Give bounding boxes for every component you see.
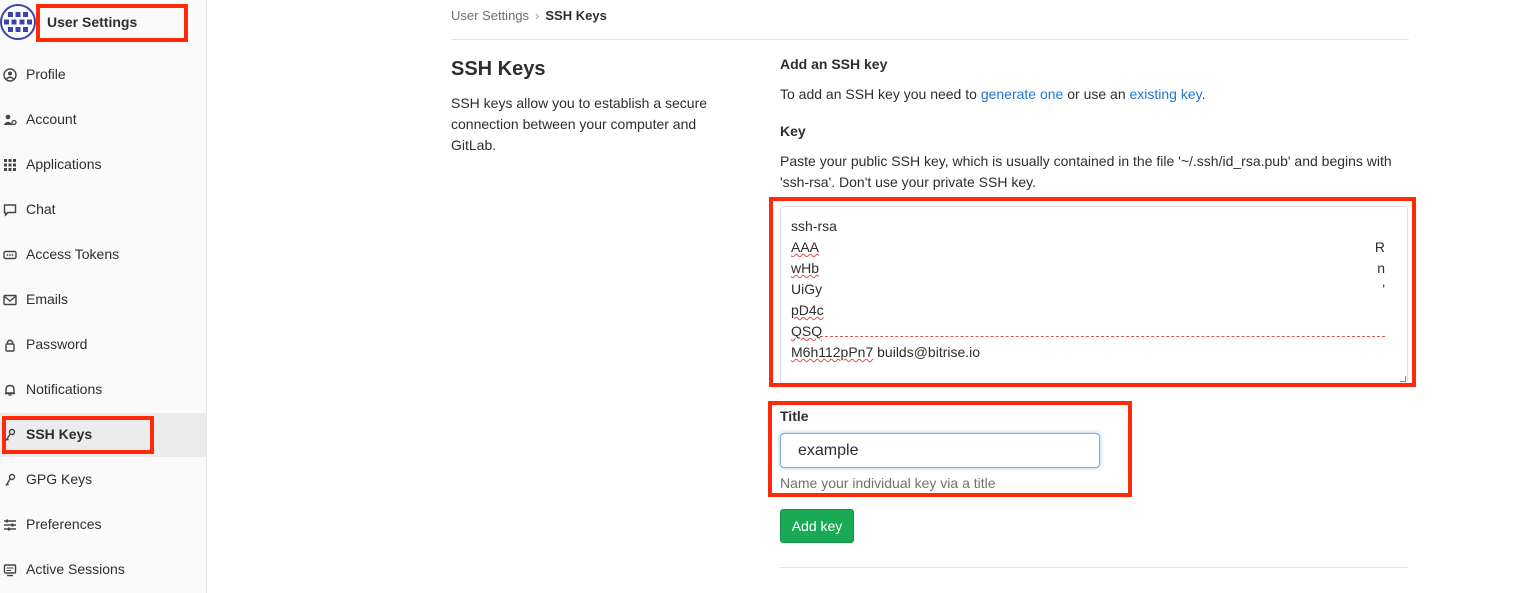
access-tokens-icon: [3, 250, 17, 260]
sidebar-item-label: Active Sessions: [26, 561, 125, 577]
sidebar-item-label: Profile: [26, 66, 66, 82]
add-text-prefix: To add an SSH key you need to: [780, 86, 981, 102]
profile-icon: [3, 68, 17, 82]
breadcrumb-current[interactable]: SSH Keys: [545, 8, 606, 23]
chat-icon: [3, 204, 17, 217]
generate-key-link[interactable]: generate one: [981, 86, 1064, 102]
sidebar-item-label: GPG Keys: [26, 471, 93, 487]
sidebar-item-gpg-keys[interactable]: GPG Keys: [0, 458, 206, 502]
sidebar-item-chat[interactable]: Chat: [0, 188, 206, 232]
sidebar-item-label: Chat: [26, 201, 56, 217]
key-line-text: pD4c: [791, 302, 824, 318]
lock-icon: [5, 339, 15, 352]
sidebar-item-active-sessions[interactable]: Active Sessions: [0, 548, 206, 592]
key-line: QSQ: [791, 321, 1397, 342]
key-line: AAA R: [791, 237, 1397, 258]
page-title: SSH Keys: [451, 58, 546, 80]
sidebar-item-label: Preferences: [26, 516, 102, 532]
key-line: ssh-rsa: [791, 216, 1397, 237]
key-line: wHb n: [791, 258, 1397, 279]
add-key-button[interactable]: Add key: [780, 509, 854, 543]
key-icon: [5, 473, 16, 486]
sidebar-item-applications[interactable]: Applications: [0, 143, 206, 187]
breadcrumb-parent[interactable]: User Settings: [451, 8, 529, 23]
key-line-tail: ': [1382, 281, 1385, 297]
key-help-text: Paste your public SSH key, which is usua…: [780, 153, 1392, 190]
preferences-icon: [4, 519, 16, 531]
key-line: pD4c: [791, 300, 1397, 321]
sidebar-item-label: Password: [26, 336, 88, 352]
add-key-heading: Add an SSH key: [780, 56, 888, 72]
sidebar-item-notifications[interactable]: Notifications: [0, 368, 206, 412]
key-line-text: UiGy: [791, 281, 823, 297]
sidebar-item-account[interactable]: Account: [0, 98, 206, 142]
title-help-text: Name your individual key via a title: [780, 475, 996, 491]
key-line: UiGy ': [791, 279, 1397, 300]
sidebar-title[interactable]: User Settings: [47, 14, 137, 30]
divider: [451, 39, 1409, 40]
sidebar-item-label: Access Tokens: [26, 246, 120, 262]
key-line-text: AAA: [791, 239, 820, 255]
section-description: SSH keys allow you to establish a secure…: [451, 95, 708, 153]
sidebar-item-emails[interactable]: Emails: [0, 278, 206, 322]
spellcheck-underline: [820, 336, 1385, 337]
resize-handle[interactable]: [1400, 376, 1406, 382]
key-line-tail: n: [1377, 260, 1385, 276]
sidebar-item-access-tokens[interactable]: Access Tokens: [0, 233, 206, 277]
key-line-text: QSQ: [791, 323, 823, 339]
key-line: M6h112pPn7 builds@bitrise.io: [791, 342, 1397, 363]
breadcrumb: User Settings › SSH Keys: [451, 8, 607, 23]
account-icon: [3, 114, 17, 126]
sidebar-item-ssh-keys[interactable]: SSH Keys: [0, 413, 206, 457]
title-input[interactable]: [780, 433, 1100, 468]
key-icon: [5, 428, 16, 441]
applications-icon: [4, 159, 16, 171]
key-line-text: wHb: [791, 260, 820, 276]
email-icon: [3, 294, 17, 306]
key-line-prefix: M6h112pPn7: [791, 344, 874, 360]
key-line-suffix: builds@bitrise.io: [873, 344, 981, 360]
sidebar-item-label: Applications: [26, 156, 102, 172]
sidebar-item-profile[interactable]: Profile: [0, 53, 206, 97]
title-label: Title: [780, 408, 809, 424]
existing-key-link[interactable]: existing key: [1130, 86, 1202, 102]
sidebar-item-password[interactable]: Password: [0, 323, 206, 367]
breadcrumb-separator: ›: [535, 8, 540, 23]
sidebar-item-label: Emails: [26, 291, 69, 307]
settings-sidebar: User Settings Profile Account Applicatio…: [0, 0, 207, 593]
key-textarea[interactable]: ssh-rsa AAA R wHb n UiGy ' pD4c QSQ M6h112p…: [780, 206, 1408, 384]
key-line-tail: R: [1374, 239, 1385, 255]
add-key-instructions: To add an SSH key you need to generate o…: [780, 86, 1206, 102]
bell-icon: [5, 384, 15, 396]
divider: [780, 567, 1408, 568]
monitor-icon: [3, 564, 17, 577]
sidebar-item-label: Account: [26, 111, 77, 127]
key-label: Key: [780, 123, 806, 139]
sidebar-item-label: SSH Keys: [26, 426, 93, 442]
sidebar-item-preferences[interactable]: Preferences: [0, 503, 206, 547]
add-text-middle: or use an: [1063, 86, 1130, 102]
user-avatar[interactable]: [0, 4, 36, 40]
add-text-suffix: .: [1201, 86, 1206, 102]
key-line-text: ssh-rsa: [791, 218, 837, 234]
sidebar-item-label: Notifications: [26, 381, 103, 397]
